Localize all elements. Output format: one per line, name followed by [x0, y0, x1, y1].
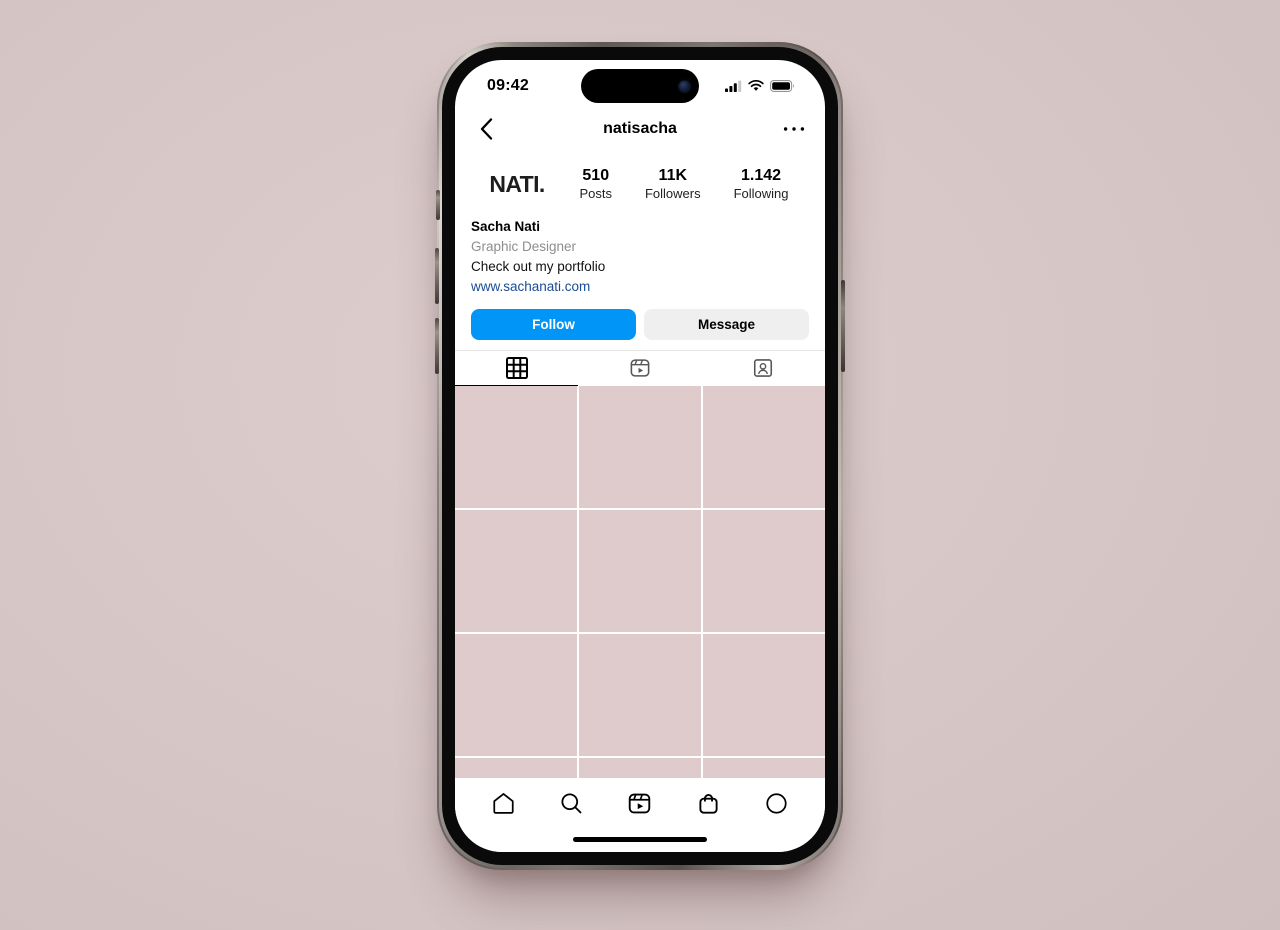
dynamic-island — [581, 69, 699, 103]
battery-icon — [770, 80, 794, 92]
profile-circle-icon — [766, 792, 787, 814]
chevron-left-icon — [480, 118, 492, 140]
stat-value: 1.142 — [741, 167, 782, 184]
tab-reels[interactable] — [578, 351, 701, 386]
cellular-signal-icon — [725, 80, 742, 92]
profile-nav-button[interactable] — [757, 786, 797, 820]
tab-tagged[interactable] — [702, 351, 825, 386]
home-icon — [493, 792, 514, 814]
nav-header: natisacha — [455, 108, 825, 150]
grid-cell[interactable] — [579, 385, 701, 508]
search-nav-button[interactable] — [552, 786, 592, 820]
home-nav-button[interactable] — [483, 786, 523, 820]
home-indicator[interactable] — [573, 837, 707, 842]
page-title: natisacha — [603, 120, 677, 137]
stat-label: Followers — [644, 186, 701, 202]
grid-cell[interactable] — [455, 385, 577, 508]
avatar[interactable]: NATI. — [471, 171, 563, 198]
volume-down-button[interactable] — [435, 318, 439, 374]
grid-cell[interactable] — [703, 385, 825, 508]
message-button[interactable]: Message — [644, 308, 809, 340]
stat-label: Following — [733, 186, 789, 202]
tab-grid[interactable] — [455, 351, 579, 386]
profile-tabs — [455, 349, 825, 386]
stat-label: Posts — [579, 186, 612, 202]
grid-cell[interactable] — [579, 509, 701, 632]
back-button[interactable] — [473, 116, 499, 142]
more-options-icon — [783, 127, 805, 131]
more-options-button[interactable] — [781, 116, 807, 142]
tagged-person-icon — [754, 358, 773, 377]
stat-value: 510 — [582, 167, 610, 184]
grid-cell[interactable] — [703, 509, 825, 632]
grid-cell[interactable] — [703, 633, 825, 756]
status-time: 09:42 — [487, 77, 529, 94]
search-icon — [561, 792, 582, 813]
reels-icon — [630, 358, 650, 377]
reels-nav-button[interactable] — [620, 786, 660, 820]
profile-category: Graphic Designer — [471, 238, 577, 254]
bio-text: Check out my portfolio — [471, 258, 606, 274]
status-bar: 09:42 — [455, 60, 825, 108]
grid-icon — [505, 356, 528, 379]
photo-grid — [455, 385, 825, 784]
stat-posts[interactable]: 510 Posts — [579, 166, 612, 203]
phone-device: 09:42 natisacha NATI. 510 Posts 11K Foll… — [435, 42, 845, 870]
avatar-logo-text: NATI. — [489, 170, 545, 197]
profile-bio: Sacha Nati Graphic Designer Check out my… — [455, 211, 825, 297]
stat-followers[interactable]: 11K Followers — [645, 166, 701, 203]
wifi-icon — [748, 80, 764, 91]
grid-cell[interactable] — [455, 633, 577, 756]
power-button[interactable] — [841, 280, 845, 372]
stat-following[interactable]: 1.142 Following — [734, 166, 789, 203]
grid-cell[interactable] — [579, 633, 701, 756]
reels-icon — [629, 793, 651, 813]
follow-button[interactable]: Follow — [471, 308, 636, 340]
grid-cell[interactable] — [455, 509, 577, 632]
stat-value: 11K — [658, 167, 688, 184]
silence-switch[interactable] — [436, 190, 440, 220]
shop-nav-button[interactable] — [688, 786, 728, 820]
shopping-bag-icon — [699, 793, 718, 814]
profile-header: NATI. 510 Posts 11K Followers 1.142 Foll… — [455, 150, 825, 211]
profile-stats: 510 Posts 11K Followers 1.142 Following — [563, 166, 809, 203]
volume-up-button[interactable] — [435, 248, 439, 304]
profile-actions: Follow Message — [455, 297, 825, 350]
website-link[interactable]: www.sachanati.com — [471, 277, 590, 297]
device-screen: 09:42 natisacha NATI. 510 Posts 11K Foll… — [455, 60, 825, 852]
front-camera-icon — [679, 80, 690, 92]
status-icons — [725, 76, 795, 92]
display-name: Sacha Nati — [471, 218, 541, 234]
